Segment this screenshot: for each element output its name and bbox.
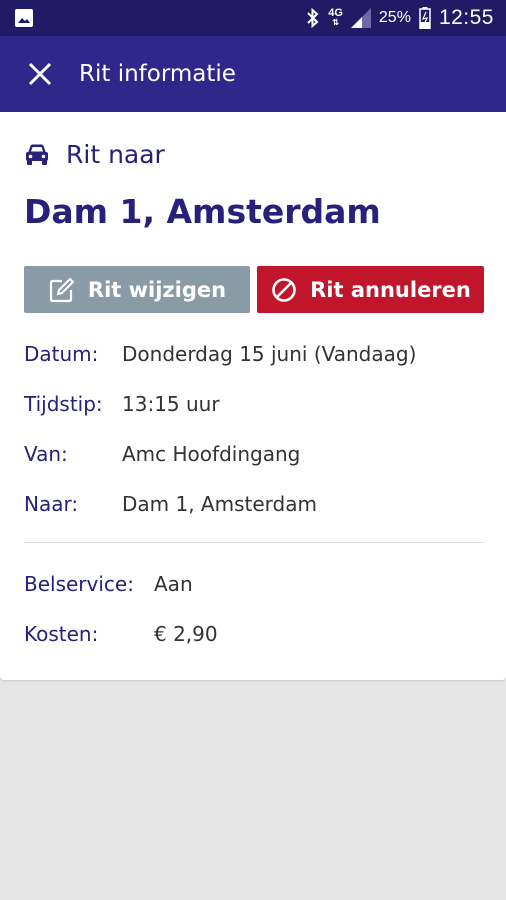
battery-icon	[419, 7, 431, 29]
status-icons: 4G ⇅ 25% 12:55	[306, 0, 494, 36]
clock: 12:55	[438, 6, 494, 29]
from-value: Amc Hoofdingang	[122, 442, 301, 466]
edit-icon	[49, 277, 75, 302]
signal-icon	[350, 8, 371, 28]
cost-label: Kosten:	[24, 622, 99, 646]
ride-to-heading: Rit naar	[24, 140, 165, 169]
bluetooth-icon	[307, 8, 319, 28]
ride-to-label: Rit naar	[66, 140, 165, 169]
from-label: Van:	[24, 442, 68, 466]
date-value: Donderdag 15 juni (Vandaag)	[122, 342, 417, 366]
callservice-value: Aan	[154, 572, 193, 596]
cost-value: € 2,90	[154, 622, 218, 646]
battery-percentage: 25%	[378, 9, 411, 26]
to-label: Naar:	[24, 492, 79, 516]
callservice-label: Belservice:	[24, 572, 134, 596]
network-type: 4G ⇅	[328, 7, 343, 28]
to-value: Dam 1, Amsterdam	[122, 492, 317, 516]
destination-title: Dam 1, Amsterdam	[24, 192, 381, 231]
cancel-ride-label: Rit annuleren	[310, 277, 471, 302]
date-label: Datum:	[24, 342, 99, 366]
cancel-icon	[272, 277, 296, 302]
ride-card: Rit naar Dam 1, Amsterdam Rit wijzigen R…	[0, 112, 506, 680]
image-icon	[15, 9, 33, 27]
cancel-ride-button[interactable]: Rit annuleren	[257, 266, 484, 313]
car-icon	[26, 144, 48, 165]
page-title: Rit informatie	[79, 61, 236, 87]
divider	[24, 542, 484, 543]
edit-ride-label: Rit wijzigen	[87, 277, 227, 302]
edit-ride-button[interactable]: Rit wijzigen	[24, 266, 250, 313]
time-label: Tijdstip:	[24, 392, 103, 416]
close-icon[interactable]	[25, 59, 55, 89]
app-toolbar: Rit informatie	[0, 36, 506, 112]
time-value: 13:15 uur	[122, 392, 220, 416]
status-bar: 4G ⇅ 25% 12:55	[0, 0, 506, 36]
